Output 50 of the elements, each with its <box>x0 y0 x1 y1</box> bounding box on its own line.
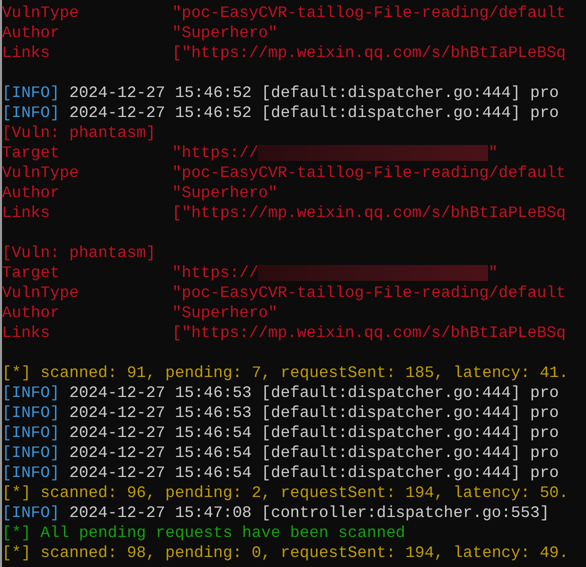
field-key: Links <box>2 43 172 63</box>
log-level: [INFO] <box>2 463 60 483</box>
field-value: "https:// <box>172 263 258 283</box>
quote-mark: " <box>488 143 498 163</box>
field-value: "poc-EasyCVR-taillog-File-reading/default <box>172 283 566 303</box>
log-level: [INFO] <box>2 423 60 443</box>
field-key: Author <box>2 183 172 203</box>
field-value: "Superhero" <box>172 183 278 203</box>
log-level: [INFO] <box>2 503 60 523</box>
field-key: VulnType <box>2 163 172 183</box>
log-message: 2024-12-27 15:47:08 [controller:dispatcher.go:553] <box>68 503 550 523</box>
field-value: "https:// <box>172 143 258 163</box>
log-level: [INFO] <box>2 103 60 123</box>
field-key: VulnType <box>2 3 172 23</box>
success-message: All pending requests have been scanned <box>39 523 406 543</box>
field-value: "Superhero" <box>172 23 278 43</box>
status-tag: [*] <box>2 543 31 563</box>
field-value: "poc-EasyCVR-taillog-File-reading/default <box>172 3 566 23</box>
log-level: [INFO] <box>2 403 60 423</box>
log-message: 2024-12-27 15:46:53 [default:dispatcher.go:444] pro <box>68 383 559 403</box>
field-value: ["https://mp.weixin.qq.com/s/bhBtIaPLeBSq <box>172 203 566 223</box>
field-key: Author <box>2 303 172 323</box>
progress-message: scanned: 98, pending: 0, requestSent: 194, latency: 49. <box>39 543 568 563</box>
log-level: [INFO] <box>2 83 60 103</box>
field-key: Target <box>2 263 172 283</box>
field-value: "Superhero" <box>172 303 278 323</box>
status-tag: [*] <box>2 523 31 543</box>
field-value: ["https://mp.weixin.qq.com/s/bhBtIaPLeBSq <box>172 323 566 343</box>
log-level: [INFO] <box>2 383 60 403</box>
log-message: 2024-12-27 15:46:54 [default:dispatcher.go:444] pro <box>68 423 559 443</box>
log-message: 2024-12-27 15:46:53 [default:dispatcher.go:444] pro <box>68 403 559 423</box>
log-message: 2024-12-27 15:46:52 [default:dispatcher.go:444] pro <box>68 103 559 123</box>
status-tag: [*] <box>2 363 31 383</box>
log-message: 2024-12-27 15:46:52 [default:dispatcher.go:444] pro <box>68 83 559 103</box>
log-message: 2024-12-27 15:46:54 [default:dispatcher.go:444] pro <box>68 443 559 463</box>
field-key: Target <box>2 143 172 163</box>
progress-message: scanned: 91, pending: 7, requestSent: 185, latency: 41. <box>39 363 568 383</box>
field-key: VulnType <box>2 283 172 303</box>
field-key: Author <box>2 23 172 43</box>
log-message: 2024-12-27 15:46:54 [default:dispatcher.go:444] pro <box>68 463 559 483</box>
quote-mark: " <box>488 263 498 283</box>
status-tag: [*] <box>2 483 31 503</box>
field-value: ["https://mp.weixin.qq.com/s/bhBtIaPLeBSq <box>172 43 566 63</box>
field-key: Links <box>2 203 172 223</box>
progress-message: scanned: 96, pending: 2, requestSent: 194, latency: 50. <box>39 483 568 503</box>
field-value: "poc-EasyCVR-taillog-File-reading/default <box>172 163 566 183</box>
vuln-header: [Vuln: phantasm] <box>2 243 156 263</box>
vuln-header: [Vuln: phantasm] <box>2 123 156 143</box>
field-key: Links <box>2 323 172 343</box>
log-level: [INFO] <box>2 443 60 463</box>
